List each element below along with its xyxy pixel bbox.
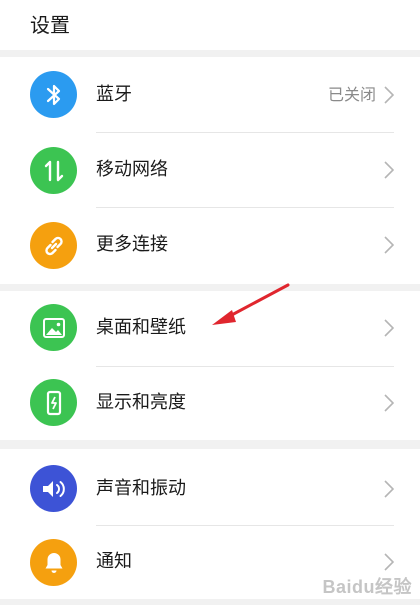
settings-item-label: 声音和振动 xyxy=(96,478,186,499)
notification-bell-icon xyxy=(30,539,77,586)
wallpaper-icon xyxy=(30,304,77,351)
settings-group-display: 桌面和壁纸 显示和亮度 xyxy=(0,291,420,440)
chevron-right-icon xyxy=(384,553,394,571)
display-brightness-icon xyxy=(30,379,77,426)
settings-item-bluetooth[interactable]: 蓝牙 已关闭 xyxy=(0,57,420,133)
chevron-right-icon xyxy=(384,319,394,337)
settings-item-more-connections[interactable]: 更多连接 xyxy=(0,208,420,284)
settings-group-connectivity: 蓝牙 已关闭 移动网络 更多连接 xyxy=(0,57,420,284)
chevron-right-icon xyxy=(384,86,394,104)
bluetooth-icon xyxy=(30,71,77,118)
link-icon xyxy=(30,222,77,269)
chevron-right-icon xyxy=(384,394,394,412)
settings-item-sound-vibration[interactable]: 声音和振动 xyxy=(0,449,420,525)
settings-item-label: 蓝牙 xyxy=(96,84,132,105)
chevron-right-icon xyxy=(384,161,394,179)
settings-item-mobile-network[interactable]: 移动网络 xyxy=(0,132,420,208)
chevron-right-icon xyxy=(384,236,394,254)
chevron-right-icon xyxy=(384,480,394,498)
mobile-data-icon xyxy=(30,147,77,194)
settings-item-display-brightness[interactable]: 显示和亮度 xyxy=(0,366,420,442)
settings-item-label: 显示和亮度 xyxy=(96,392,186,413)
sound-icon xyxy=(30,465,77,512)
watermark: Baidu经验 xyxy=(322,577,412,597)
bluetooth-status-value: 已关闭 xyxy=(327,85,376,104)
page-title: 设置 xyxy=(30,13,70,37)
header: 设置 xyxy=(0,0,420,50)
settings-item-label: 桌面和壁纸 xyxy=(96,317,186,338)
settings-item-label: 通知 xyxy=(96,551,132,572)
settings-item-label: 移动网络 xyxy=(96,159,168,180)
settings-item-desktop-wallpaper[interactable]: 桌面和壁纸 xyxy=(0,291,420,367)
settings-item-label: 更多连接 xyxy=(96,234,168,255)
